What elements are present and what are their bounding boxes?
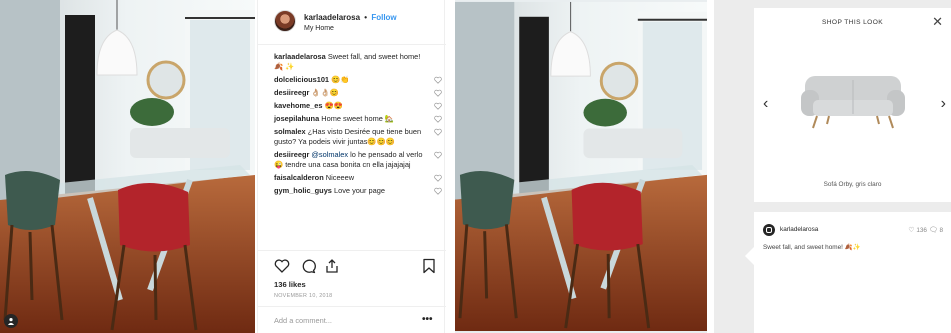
shop-title: SHOP THIS LOOK: [821, 19, 884, 26]
comment: gym_holic_guys Love your page: [274, 186, 442, 196]
shop-username[interactable]: karladelarosa: [780, 226, 818, 233]
shop-caption: Sweet fall, and sweet home! 🍂✨: [763, 244, 861, 251]
post-info-card: karladelarosa ♡ 136 🗨 8 Sweet fall, and …: [745, 212, 951, 333]
comment-divider: [258, 306, 446, 307]
post-actions: [274, 258, 436, 276]
comment-text: Home sweet home 🏡: [321, 114, 395, 123]
like-heart-icon[interactable]: [274, 258, 290, 274]
post-panel: karlaadelarosa • Follow My Home karlaade…: [257, 0, 446, 333]
like-comment-heart-icon[interactable]: [434, 128, 442, 136]
like-count: 136: [916, 227, 927, 234]
more-options-button[interactable]: •••: [422, 314, 433, 325]
shop-photo[interactable]: [455, 0, 707, 333]
header-divider: [258, 44, 446, 45]
post-header: karlaadelarosa • Follow My Home: [274, 10, 442, 40]
like-comment-heart-icon[interactable]: [434, 89, 442, 97]
comment-text: Niceeew: [325, 173, 355, 182]
comment-count: 8: [939, 227, 943, 234]
comment: desiireegr @solmalex lo he pensado al ve…: [274, 150, 442, 170]
follow-button[interactable]: Follow: [371, 13, 396, 22]
comment-user[interactable]: solmalex: [274, 127, 306, 136]
comment-icon[interactable]: [300, 258, 316, 274]
chevron-right-icon[interactable]: ›: [941, 96, 946, 112]
comment-user[interactable]: josepilahuna: [274, 114, 319, 123]
save-bookmark-icon[interactable]: [422, 258, 436, 274]
comment-mention[interactable]: @solmalex: [311, 150, 348, 159]
comment-list: karlaadelarosa Sweet fall, and sweet hom…: [274, 52, 442, 199]
add-comment-input[interactable]: Add a comment...: [274, 316, 332, 325]
comment: faisalcalderon Niceeew: [274, 173, 442, 183]
post-stats: ♡ 136 🗨 8: [908, 226, 943, 234]
location-link[interactable]: My Home: [304, 25, 334, 32]
comment: solmalex ¿Has visto Desirée que tiene bu…: [274, 127, 442, 147]
comment-user[interactable]: gym_holic_guys: [274, 186, 332, 195]
actions-divider: [258, 250, 446, 251]
dining-room-illustration: [0, 0, 255, 333]
like-comment-heart-icon[interactable]: [434, 174, 442, 182]
comment-user[interactable]: desiireegr: [274, 150, 309, 159]
close-icon[interactable]: ✕: [932, 15, 943, 28]
heart-icon: ♡: [908, 227, 915, 234]
comment: dolcelicious101 😊👏: [274, 75, 442, 85]
comment-user[interactable]: karlaadelarosa: [274, 52, 326, 61]
comment-user[interactable]: faisalcalderon: [274, 173, 324, 182]
like-count[interactable]: 136 likes: [274, 280, 306, 289]
share-icon[interactable]: [324, 258, 340, 274]
dining-room-illustration: [455, 1, 707, 332]
like-comment-heart-icon[interactable]: [434, 151, 442, 159]
tagged-user-icon[interactable]: [4, 314, 18, 328]
comment-text: 😊👏: [331, 75, 350, 84]
header-line: karlaadelarosa • Follow: [304, 13, 397, 22]
like-comment-heart-icon[interactable]: [434, 115, 442, 123]
post-photo[interactable]: [0, 0, 255, 333]
like-comment-heart-icon[interactable]: [434, 76, 442, 84]
sofa-product-image[interactable]: [799, 70, 907, 130]
avatar[interactable]: [274, 10, 296, 32]
comment-user[interactable]: dolcelicious101: [274, 75, 329, 84]
comment-icon: 🗨: [928, 227, 938, 234]
username-link[interactable]: karlaadelarosa: [304, 13, 360, 22]
product-card: SHOP THIS LOOK ✕ ‹ › Sofá Orby, gris cla…: [754, 8, 951, 202]
card-pointer: [745, 247, 754, 265]
product-name[interactable]: Sofá Orby, gris claro: [754, 181, 951, 188]
instagram-icon: [763, 224, 775, 236]
comment: josepilahuna Home sweet home 🏡: [274, 114, 442, 124]
like-comment-heart-icon[interactable]: [434, 187, 442, 195]
post-date: NOVEMBER 10, 2018: [274, 293, 333, 299]
comment: desiireegr 👌🏼👌🏼😊: [274, 88, 442, 98]
like-comment-heart-icon[interactable]: [434, 102, 442, 110]
separator-dot: •: [364, 13, 368, 22]
comment-text: 👌🏼👌🏼😊: [311, 88, 340, 97]
comment-text: Love your page: [333, 186, 385, 195]
comment-user[interactable]: desiireegr: [274, 88, 309, 97]
comment: kavehome_es 😍😍: [274, 101, 442, 111]
comment-user[interactable]: kavehome_es: [274, 101, 322, 110]
chevron-left-icon[interactable]: ‹: [763, 96, 768, 112]
shop-panel: SHOP THIS LOOK ✕ ‹ › Sofá Orby, gris cla…: [714, 0, 951, 333]
comment-text: 😍😍: [324, 101, 343, 110]
caption: karlaadelarosa Sweet fall, and sweet hom…: [274, 52, 442, 72]
